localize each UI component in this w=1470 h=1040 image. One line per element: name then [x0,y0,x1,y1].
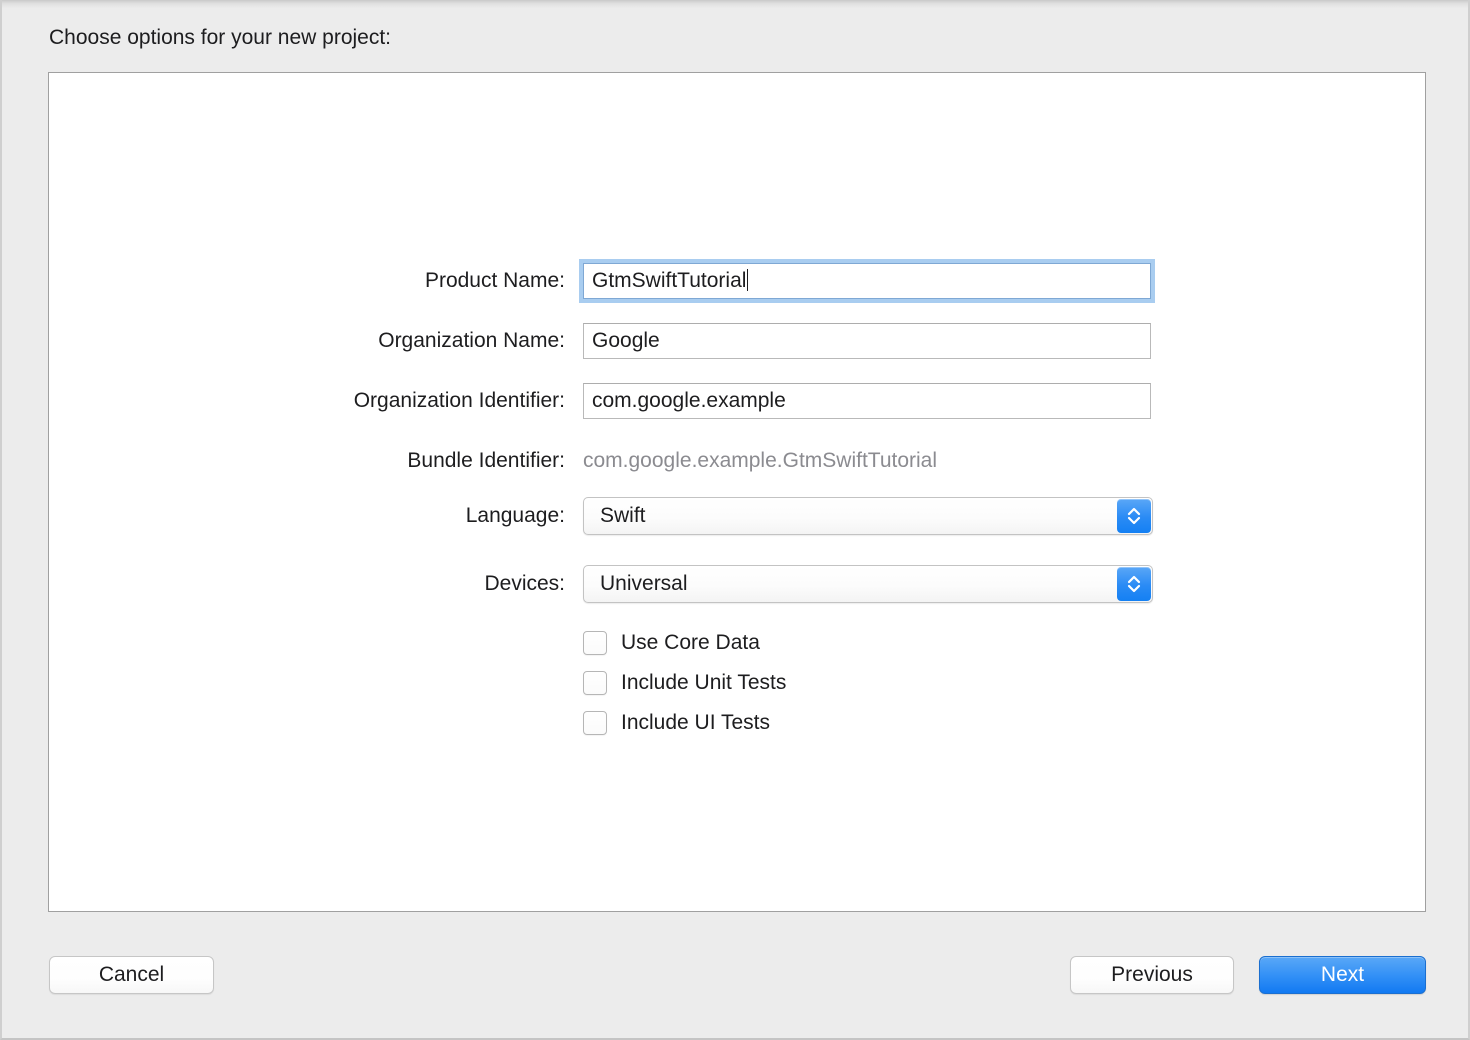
project-options-form: Product Name: GtmSwiftTutorial Organizatio… [49,73,1425,911]
checkbox-input[interactable] [583,631,607,655]
chevron-up-down-icon[interactable] [1117,499,1151,533]
text-input[interactable]: Google [583,323,1151,359]
field-control: Universal [583,562,1153,600]
options-panel: Product Name: GtmSwiftTutorial Organizatio… [48,72,1426,912]
field-label: Language: [49,494,565,538]
form-row: Product Name: GtmSwiftTutorial [49,259,1425,303]
checkbox-label: Use Core Data [621,627,760,659]
field-control: com.google.example.GtmSwiftTutorial [583,439,937,483]
text-input[interactable]: com.google.example [583,383,1151,419]
field-control: Swift [583,494,1153,532]
cancel-button[interactable]: Cancel [49,956,214,994]
readonly-value: com.google.example.GtmSwiftTutorial [583,439,937,483]
checkbox-input[interactable] [583,671,607,695]
field-label: Devices: [49,562,565,606]
text-input-value: Google [592,329,660,352]
popup-button[interactable]: Universal [583,565,1153,603]
previous-button[interactable]: Previous [1070,956,1234,994]
checkbox-input[interactable] [583,711,607,735]
chevron-up-down-icon[interactable] [1117,567,1151,601]
popup-button[interactable]: Swift [583,497,1153,535]
form-row: Organization Identifier: com.google.examp… [49,379,1425,423]
text-input-value: GtmSwiftTutorial [592,269,746,292]
field-label: Organization Identifier: [49,379,565,423]
field-control: com.google.example [583,379,1151,415]
field-label: Organization Name: [49,319,565,363]
text-input[interactable]: GtmSwiftTutorial [583,263,1151,299]
field-control: GtmSwiftTutorial [583,259,1151,295]
form-row: Language: Swift [49,494,1425,538]
field-label: Bundle Identifier: [49,439,565,483]
popup-selected-value: Swift [600,498,646,534]
page-title: Choose options for your new project: [49,26,391,50]
form-row: Bundle Identifier: com.google.example.Gtm… [49,439,1425,483]
form-row: Devices: Universal [49,562,1425,606]
next-button[interactable]: Next [1259,956,1426,994]
field-control: Google [583,319,1151,355]
window-titlebar-strip [2,0,1468,8]
checkbox-label: Include Unit Tests [621,667,786,699]
new-project-options-dialog: Choose options for your new project: Pro… [0,0,1470,1040]
form-row: Organization Name: Google [49,319,1425,363]
text-cursor [747,269,748,291]
field-label: Product Name: [49,259,565,303]
popup-selected-value: Universal [600,566,688,602]
text-input-value: com.google.example [592,389,786,412]
checkbox-label: Include UI Tests [621,707,770,739]
